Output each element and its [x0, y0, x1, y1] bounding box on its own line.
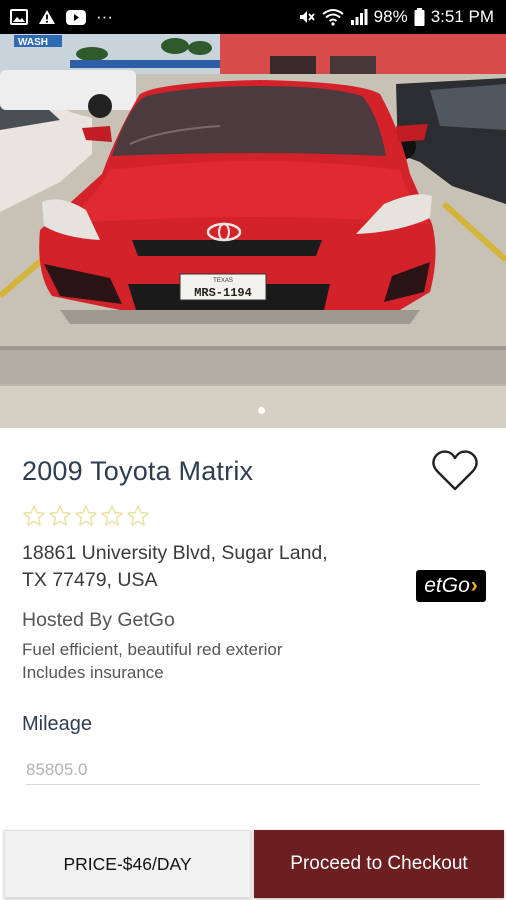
hosted-by: Hosted By GetGo	[22, 609, 175, 631]
mileage-field[interactable]	[26, 755, 480, 785]
star-icon	[48, 504, 72, 528]
more-notifications: ···	[96, 7, 113, 26]
star-icon	[22, 504, 46, 528]
description-line-1: Fuel efficient, beautiful red exterior	[22, 640, 283, 659]
host-logo-arrow-icon: ›	[470, 574, 478, 597]
address-line-1: 18861 University Blvd, Sugar Land,	[22, 542, 328, 564]
battery-percent: 98%	[373, 7, 408, 26]
status-bar: ··· 98% 3:51 PM	[0, 0, 506, 34]
warning-icon	[38, 9, 56, 25]
listing-details: 2009 Toyota Matrix 18861 University Blvd…	[0, 428, 506, 828]
mute-icon	[298, 8, 316, 26]
hero-sign-text: WASH	[18, 37, 48, 48]
proceed-to-checkout-button[interactable]: Proceed to Checkout	[254, 830, 504, 898]
description-line-2: Includes insurance	[22, 663, 164, 682]
clock: 3:51 PM	[430, 7, 494, 26]
favorite-button[interactable]	[430, 448, 480, 494]
car-photo[interactable]: WASH TEXAS MRS-1194	[0, 34, 506, 428]
bottom-action-bar: PRICE-$46/DAY Proceed to Checkout	[0, 828, 506, 900]
listing-address: 18861 University Blvd, Sugar Land, TX 77…	[22, 540, 402, 594]
image-icon	[10, 9, 28, 25]
star-icon	[74, 504, 98, 528]
signal-icon	[350, 9, 368, 25]
heart-icon	[432, 450, 478, 491]
star-icon	[126, 504, 150, 528]
price-display: PRICE-$46/DAY	[4, 830, 251, 898]
rating-stars	[22, 504, 150, 528]
host-logo-text: etGo	[424, 574, 470, 597]
listing-title: 2009 Toyota Matrix	[22, 456, 254, 486]
plate-state: TEXAS	[213, 278, 233, 284]
star-icon	[100, 504, 124, 528]
battery-icon	[414, 8, 425, 26]
wifi-icon	[322, 8, 344, 26]
listing-description: Fuel efficient, beautiful red exterior I…	[22, 638, 283, 684]
host-logo: etGo ›	[416, 570, 486, 602]
mileage-label: Mileage	[22, 713, 93, 735]
plate-number: MRS-1194	[194, 286, 252, 300]
address-line-2: TX 77479, USA	[22, 569, 158, 591]
carousel-dot-active[interactable]	[258, 407, 265, 414]
youtube-icon	[66, 9, 86, 25]
